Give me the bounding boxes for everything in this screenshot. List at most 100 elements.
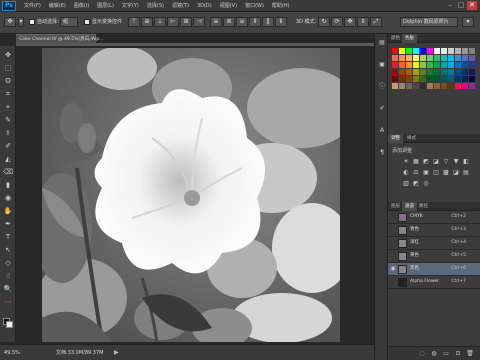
color-swatch[interactable] — [392, 55, 398, 61]
color-swatch[interactable] — [420, 62, 426, 68]
color-swatch[interactable] — [455, 83, 461, 89]
color-swatch[interactable] — [427, 62, 433, 68]
tab-layers[interactable]: 图层 — [388, 202, 403, 211]
tool-icon[interactable]: T — [3, 232, 13, 242]
color-swatch[interactable] — [399, 76, 405, 82]
channel-footer-icon[interactable]: ◍ — [430, 350, 438, 358]
adjustment-icon[interactable]: ▩ — [442, 169, 450, 177]
tool-icon[interactable]: ◭ — [3, 154, 13, 164]
align-top-icon[interactable]: ⊤ — [128, 17, 140, 27]
color-swatch[interactable] — [420, 76, 426, 82]
tab-paths[interactable]: 路径 — [416, 202, 431, 211]
visibility-eye-icon[interactable] — [390, 253, 396, 259]
color-swatch[interactable] — [399, 55, 405, 61]
visibility-eye-icon[interactable] — [390, 279, 396, 285]
adjustment-icon[interactable]: ☀ — [402, 158, 410, 166]
visibility-eye-icon[interactable] — [390, 240, 396, 246]
channel-row[interactable]: CMYK Ctrl+2 — [388, 211, 480, 224]
distribute-middle-icon[interactable]: ≣ — [223, 17, 235, 27]
color-swatch[interactable] — [441, 55, 447, 61]
tool-icon[interactable]: ✋ — [3, 206, 13, 216]
color-swatch[interactable] — [420, 48, 426, 54]
background-color-swatch[interactable] — [6, 321, 13, 328]
color-swatch[interactable] — [441, 76, 447, 82]
color-swatch[interactable] — [392, 62, 398, 68]
color-swatch[interactable] — [427, 55, 433, 61]
adjustment-icon[interactable]: ▣ — [422, 169, 430, 177]
color-swatch[interactable] — [427, 48, 433, 54]
color-swatch[interactable] — [434, 55, 440, 61]
info-icon[interactable]: ⓘ — [377, 82, 387, 91]
color-swatch[interactable] — [448, 83, 454, 89]
color-swatch[interactable] — [455, 69, 461, 75]
tool-icon[interactable]: ☝ — [3, 271, 13, 281]
color-swatch[interactable] — [434, 62, 440, 68]
adjustment-icon[interactable]: ◧ — [462, 158, 470, 166]
visibility-eye-icon[interactable] — [390, 214, 396, 220]
tab-adjustments[interactable]: 调整 — [388, 134, 403, 143]
channel-row[interactable]: Alpha Flower Ctrl+7 — [388, 276, 480, 289]
visibility-eye-icon[interactable]: ◉ — [390, 266, 396, 272]
distribute-bottom-icon[interactable]: ≡ — [236, 17, 248, 27]
color-swatch[interactable] — [434, 48, 440, 54]
color-swatch[interactable] — [434, 76, 440, 82]
tool-icon[interactable]: 🔍 — [3, 284, 13, 294]
3d-slide-icon[interactable]: ⇕ — [357, 17, 369, 27]
color-swatch[interactable] — [399, 48, 405, 54]
color-swatch[interactable] — [420, 55, 426, 61]
adjustment-icon[interactable]: ◩ — [422, 158, 430, 166]
menu-item[interactable]: 文件(F) — [20, 0, 45, 12]
menu-item[interactable]: 视图(V) — [216, 0, 241, 12]
color-swatch[interactable] — [462, 55, 468, 61]
image-canvas[interactable] — [42, 48, 340, 342]
color-swatch[interactable] — [469, 62, 475, 68]
tool-icon[interactable]: ⌫ — [3, 167, 13, 177]
menu-item[interactable]: 图像(I) — [70, 0, 93, 12]
color-swatch[interactable] — [441, 62, 447, 68]
color-swatch[interactable] — [448, 55, 454, 61]
tool-icon[interactable]: ▮ — [3, 180, 13, 190]
adjustment-icon[interactable]: ◩ — [412, 180, 420, 188]
color-swatch[interactable] — [392, 76, 398, 82]
menu-item[interactable]: 编辑(E) — [45, 0, 70, 12]
color-swatch[interactable] — [462, 76, 468, 82]
tool-icon[interactable]: ✒ — [3, 219, 13, 229]
status-menu-arrow-icon[interactable]: ▶ — [114, 345, 119, 360]
3d-rotate-icon[interactable]: ↻ — [318, 17, 330, 27]
color-swatch[interactable] — [399, 83, 405, 89]
adjustment-icon[interactable]: ▤ — [462, 169, 470, 177]
tool-icon[interactable]: ⋯ — [3, 297, 13, 307]
tool-icon[interactable]: ʘ — [3, 76, 13, 86]
color-swatch[interactable] — [455, 55, 461, 61]
color-swatch[interactable] — [427, 76, 433, 82]
show-transform-checkbox[interactable] — [84, 19, 90, 25]
character-icon[interactable]: A — [377, 126, 387, 135]
color-swatch[interactable] — [392, 83, 398, 89]
visibility-eye-icon[interactable] — [390, 227, 396, 233]
channel-row[interactable]: 洋红 Ctrl+4 — [388, 237, 480, 250]
adjustment-icon[interactable]: ▽ — [442, 158, 450, 166]
properties-icon[interactable]: ▣ — [377, 60, 387, 69]
auto-select-dropdown[interactable]: 组 — [60, 17, 78, 27]
color-swatch[interactable] — [455, 48, 461, 54]
color-swatch[interactable] — [448, 62, 454, 68]
adjustment-icon[interactable]: ▼ — [452, 158, 460, 166]
workspace-arrow-icon[interactable]: ▾ — [462, 17, 474, 27]
color-swatch[interactable] — [413, 83, 419, 89]
tool-icon[interactable]: ◇ — [3, 258, 13, 268]
color-swatch[interactable] — [413, 62, 419, 68]
color-swatch[interactable] — [399, 69, 405, 75]
color-swatch[interactable] — [434, 83, 440, 89]
document-tab[interactable]: Color Channel.tif @ 49.5%(黑白, Alp... × — [16, 34, 103, 43]
color-swatch[interactable] — [427, 69, 433, 75]
color-swatch[interactable] — [406, 48, 412, 54]
minimize-button[interactable]: – — [445, 1, 455, 10]
tab-swatches[interactable]: 色板 — [402, 34, 417, 43]
align-right-icon[interactable]: ⊣ — [193, 17, 205, 27]
color-swatch[interactable] — [469, 48, 475, 54]
auto-select-checkbox[interactable] — [29, 19, 35, 25]
color-swatch[interactable] — [462, 83, 468, 89]
adjustment-icon[interactable]: ▦ — [412, 158, 420, 166]
workspace-dropdown[interactable]: Dolphin 数码原照片 — [400, 17, 458, 27]
channel-footer-icon[interactable]: ⊡ — [454, 350, 462, 358]
